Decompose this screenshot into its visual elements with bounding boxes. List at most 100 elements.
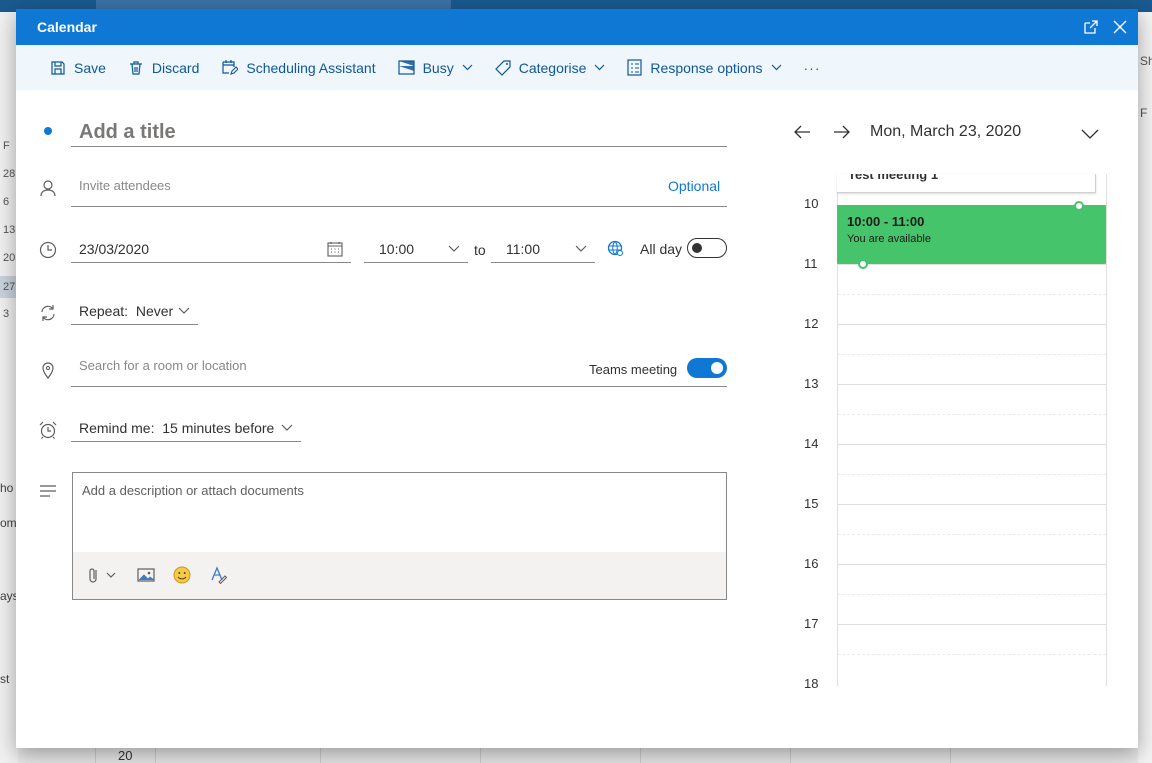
response-options-label: Response options <box>650 59 763 76</box>
event-resize-handle-bottom[interactable] <box>858 259 868 269</box>
mini-calendar-day: 6 <box>3 196 10 208</box>
half-hour-line <box>837 354 1106 355</box>
attendees-placeholder: Invite attendees <box>79 178 171 193</box>
chevron-down-icon <box>178 307 190 314</box>
save-button[interactable]: Save <box>50 53 106 83</box>
remind-value: 15 minutes before <box>162 419 275 436</box>
new-event-block[interactable]: 10:00 - 11:00 You are available <box>837 205 1106 264</box>
chevron-down-icon <box>575 245 587 252</box>
dialog-title: Calendar <box>37 19 97 35</box>
location-placeholder: Search for a room or location <box>79 358 247 373</box>
attach-button[interactable] <box>84 564 120 586</box>
event-dialog: Calendar Save Discard Scheduling Assista… <box>16 9 1138 748</box>
hour-line <box>837 264 1106 265</box>
chevron-down-icon <box>448 245 460 252</box>
day-view-date: Mon, March 23, 2020 <box>870 123 1022 140</box>
repeat-dropdown[interactable]: Repeat: Never <box>71 297 198 325</box>
text-lines-icon <box>38 481 58 501</box>
pop-out-icon[interactable] <box>1081 17 1101 37</box>
description-editor[interactable]: Add a description or attach documents <box>72 472 727 600</box>
title-input[interactable] <box>71 119 727 147</box>
existing-event[interactable]: Test meeting 1 <box>837 174 1096 193</box>
command-bar: Save Discard Scheduling Assistant Busy C… <box>16 45 1138 90</box>
hour-label: 13 <box>804 376 819 391</box>
description-placeholder: Add a description or attach documents <box>82 483 304 498</box>
background-text-fragment: F <box>1140 106 1148 120</box>
more-options-button[interactable]: ··· <box>804 53 821 83</box>
teams-meeting-toggle[interactable] <box>687 358 727 378</box>
end-time-dropdown[interactable]: 11:00 <box>491 235 595 263</box>
half-hour-line <box>837 534 1106 535</box>
busy-dropdown[interactable]: Busy <box>397 53 473 83</box>
background-day-number: 20 <box>118 748 133 763</box>
repeat-label: Repeat: <box>79 302 129 319</box>
repeat-value: Never <box>135 302 174 319</box>
chevron-down-icon <box>281 424 293 431</box>
mini-calendar-day: 20 <box>3 252 16 264</box>
start-time-dropdown[interactable]: 10:00 <box>364 235 468 263</box>
day-timeline: 10 11 12 13 14 15 16 17 18 Test meeting … <box>786 174 1107 691</box>
hour-label: 14 <box>804 436 819 451</box>
hour-line <box>837 564 1106 565</box>
calendar-edit-icon <box>222 60 239 75</box>
remind-label: Remind me: <box>79 419 155 436</box>
background-grid-line <box>320 748 321 763</box>
background-right-edge: Sh F <box>1138 12 1152 763</box>
categorise-dropdown[interactable]: Categorise <box>494 53 606 83</box>
toggle-knob <box>711 362 723 374</box>
format-painter-icon[interactable] <box>207 564 229 586</box>
repeat-icon <box>38 303 58 323</box>
hour-line <box>837 504 1106 505</box>
hour-label: 11 <box>804 256 818 271</box>
background-grid-line <box>480 748 481 763</box>
chevron-down-icon <box>771 64 781 71</box>
to-label: to <box>474 242 486 258</box>
discard-button[interactable]: Discard <box>128 53 199 83</box>
background-grid-line <box>95 748 96 763</box>
person-icon <box>38 178 58 198</box>
timeline-right-border <box>1106 174 1107 686</box>
hour-line <box>837 384 1106 385</box>
calendar-icon <box>327 241 343 257</box>
arrow-left-icon[interactable] <box>791 121 813 143</box>
clock-icon <box>38 240 58 260</box>
background-text-fragment: om <box>0 516 17 530</box>
start-date-picker[interactable]: 23/03/2020 <box>71 235 351 263</box>
event-resize-handle-top[interactable] <box>1074 201 1084 211</box>
background-text-fragment: Sh <box>1140 54 1152 68</box>
close-icon[interactable] <box>1110 17 1130 37</box>
background-grid-line <box>790 748 791 763</box>
teams-meeting-label: Teams meeting <box>589 362 678 377</box>
response-options-dropdown[interactable]: Response options <box>627 53 781 83</box>
emoji-icon[interactable] <box>171 564 193 586</box>
calendar-color-dot-icon[interactable] <box>38 121 58 141</box>
reminder-dropdown[interactable]: Remind me: 15 minutes before <box>71 414 301 442</box>
location-pin-icon <box>38 360 58 380</box>
dialog-titlebar: Calendar <box>16 9 1138 45</box>
all-day-toggle[interactable] <box>687 238 727 258</box>
chevron-down-icon <box>462 64 473 71</box>
chevron-down-icon[interactable] <box>1079 123 1101 145</box>
scheduling-assistant-button[interactable]: Scheduling Assistant <box>221 53 376 83</box>
half-hour-line <box>837 414 1106 415</box>
optional-attendees-link[interactable]: Optional <box>668 178 720 194</box>
half-hour-line <box>837 294 1106 295</box>
mini-calendar-day: 3 <box>3 308 10 320</box>
hour-label: 18 <box>804 676 819 691</box>
save-icon <box>51 60 65 75</box>
hour-label: 17 <box>804 616 819 631</box>
start-time-value: 10:00 <box>379 240 415 257</box>
time-zone-globe-icon[interactable] <box>605 238 625 258</box>
busy-label: Busy <box>422 59 454 76</box>
chevron-down-icon <box>594 64 605 71</box>
background-grid-line <box>640 748 641 763</box>
mini-calendar-day: 28 <box>3 168 16 180</box>
background-grid-line <box>950 748 951 763</box>
background-grid-line <box>155 748 156 763</box>
mini-calendar-header: F <box>3 140 10 152</box>
more-options-label: ··· <box>803 59 821 76</box>
save-label: Save <box>74 59 106 76</box>
arrow-right-icon[interactable] <box>831 121 853 143</box>
hour-line <box>837 444 1106 445</box>
insert-picture-icon[interactable] <box>135 564 157 586</box>
